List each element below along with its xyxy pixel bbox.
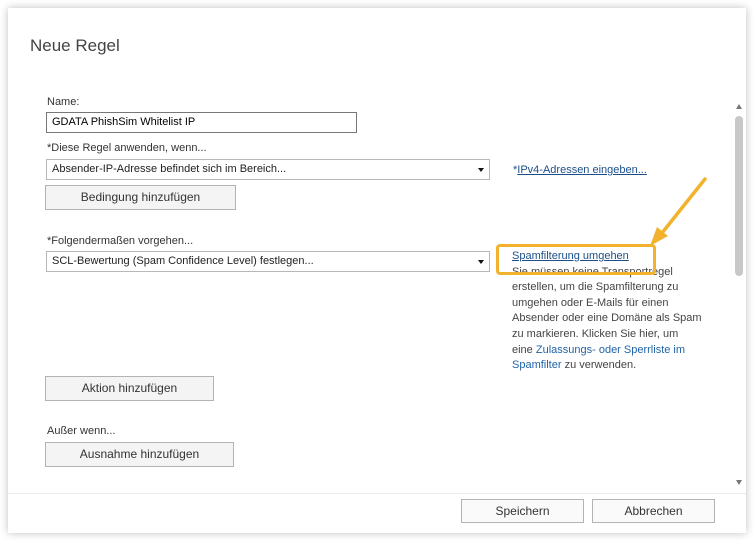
cancel-button[interactable]: Abbrechen: [592, 499, 715, 523]
add-exception-button[interactable]: Ausnahme hinzufügen: [45, 442, 234, 467]
footer-divider: [8, 493, 746, 494]
new-rule-dialog: Neue Regel Name: GDATA PhishSim Whitelis…: [8, 8, 746, 533]
save-button[interactable]: Speichern: [461, 499, 584, 523]
scroll-up-icon[interactable]: [736, 104, 742, 109]
scroll-down-icon[interactable]: [736, 480, 742, 485]
exception-label: Außer wenn...: [47, 425, 116, 437]
scrollbar-thumb[interactable]: [735, 116, 743, 276]
scrollbar[interactable]: [733, 104, 747, 489]
add-action-button[interactable]: Aktion hinzufügen: [45, 376, 214, 401]
